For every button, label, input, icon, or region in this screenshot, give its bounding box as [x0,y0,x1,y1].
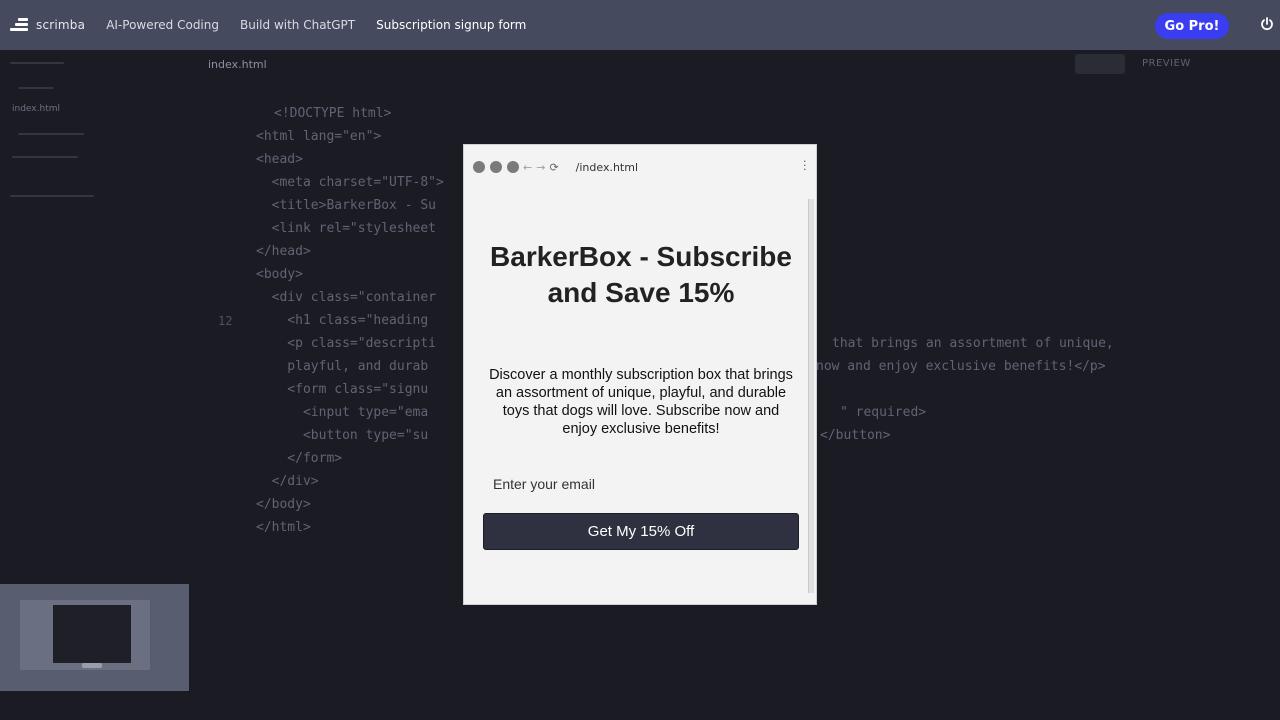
webcam-screen [53,605,131,663]
forward-arrow-icon[interactable]: → [536,161,545,174]
preview-tab[interactable]: PREVIEW [1142,58,1191,69]
bottom-bar [0,700,1280,720]
logo-text: scrimba [36,18,86,32]
code-line: <title>BarkerBox - Su [256,198,437,213]
code-line: <h1 class="heading [256,313,429,328]
file-sidebar: index.html [0,50,190,580]
top-nav-bar: scrimba AI-Powered Coding Build with Cha… [0,0,1280,50]
code-line-fragment: </button> [820,428,891,443]
sidebar-item-placeholder[interactable] [10,195,94,197]
breadcrumb-course[interactable]: AI-Powered Coding [106,18,219,32]
webcam-monitor [20,600,150,670]
reload-icon[interactable]: ⟳ [549,161,558,174]
code-line: <html lang="en"> [256,129,382,144]
sidebar-heading-placeholder [10,62,64,64]
preview-toolbar: ← → ⟳ /index.html · · · [464,145,816,189]
scrimba-logo[interactable]: scrimba [10,17,85,33]
power-icon[interactable] [1260,17,1274,31]
code-line: <button type="su [256,428,429,443]
preview-scrollbar[interactable] [808,199,814,593]
preview-url: /index.html [575,160,639,174]
preview-window: ← → ⟳ /index.html · · · BarkerBox - Subscr… [463,144,817,605]
code-line: </body> [256,497,311,512]
sidebar-item-placeholder[interactable] [12,156,78,158]
code-line: <input type="ema [256,405,429,420]
code-line-fragment: that brings an assortment of unique, [832,336,1114,351]
code-line: playful, and durab [256,359,429,374]
window-control-icon[interactable] [507,161,519,173]
code-line: <body> [256,267,303,282]
webcam-thumbnail[interactable] [0,584,189,691]
code-line-fragment: " required> [840,405,927,420]
code-line: <form class="signu [256,382,429,397]
code-line: </head> [256,244,311,259]
window-control-icon[interactable] [490,161,502,173]
sidebar-item-placeholder[interactable] [18,133,84,135]
more-options-icon[interactable]: · · · [803,156,807,175]
sidebar-item-index[interactable]: index.html [12,104,60,114]
code-line: <p class="descripti [256,336,437,351]
code-line: <!DOCTYPE html> [274,106,392,121]
code-line: <link rel="stylesheet [256,221,437,236]
email-field[interactable] [483,472,799,496]
page-heading: BarkerBox - Subscribe and Save 15% [490,241,792,308]
code-line: <meta charset="UTF-8"> [256,175,444,190]
webcam-stand [82,663,102,668]
back-arrow-icon[interactable]: ← [523,161,532,174]
window-control-icon[interactable] [473,161,485,173]
breadcrumb-lesson[interactable]: Subscription signup form [376,18,526,32]
code-line: </div> [256,474,319,489]
page-description: Discover a monthly subscription box that… [489,367,793,437]
scrimba-logo-icon [10,17,28,33]
code-line: </html> [256,520,311,535]
code-line: <div class="container [256,290,437,305]
code-line-fragment: now and enjoy exclusive benefits!</p> [816,359,1106,374]
breadcrumb-module[interactable]: Build with ChatGPT [240,18,355,32]
go-pro-button[interactable]: Go Pro! [1155,13,1229,39]
get-discount-button[interactable]: Get My 15% Off [483,513,799,550]
sidebar-item-placeholder[interactable] [18,87,54,89]
code-line: <head> [256,152,303,167]
editor-file-tab[interactable]: index.html [208,58,267,71]
run-button[interactable] [1075,54,1125,74]
line-number: 12 [218,314,233,328]
code-line: </form> [256,451,343,466]
